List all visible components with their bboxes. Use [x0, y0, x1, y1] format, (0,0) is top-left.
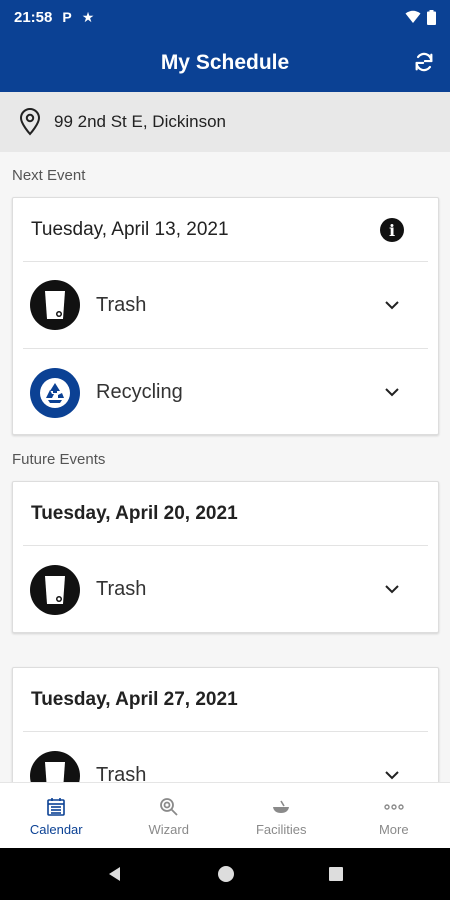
schedule-list[interactable]: Next Event Tuesday, April 13, 2021 i Tra…: [0, 152, 450, 782]
star-notification-icon: ★: [81, 8, 95, 25]
event-item-label: Trash: [96, 293, 147, 316]
chevron-down-icon[interactable]: [382, 295, 402, 315]
status-time: 21:58: [14, 8, 53, 26]
nav-more[interactable]: More: [338, 783, 450, 848]
refresh-icon: [415, 52, 433, 72]
event-item-label: Recycling: [96, 381, 183, 403]
trash-bin-icon: [30, 750, 80, 782]
status-bar: 21:58 P ★: [0, 0, 450, 34]
battery-icon: [427, 9, 436, 25]
page-title: My Schedule: [160, 51, 290, 74]
more-icon: [384, 804, 404, 810]
chevron-down-icon[interactable]: [382, 579, 402, 599]
refresh-button[interactable]: [410, 48, 438, 76]
event-item-trash[interactable]: Trash: [23, 732, 428, 782]
nav-calendar[interactable]: Calendar: [0, 783, 113, 848]
nav-label: More: [378, 822, 409, 837]
wifi-icon: [405, 10, 421, 23]
bottom-nav: Calendar Wizard Facilities More: [0, 782, 450, 848]
nav-wizard[interactable]: Wizard: [113, 783, 226, 848]
next-event-card: Tuesday, April 13, 2021 i Trash Recyclin…: [12, 197, 439, 435]
future-event-card: Tuesday, April 27, 2021 Trash: [12, 667, 439, 782]
search-icon: [159, 798, 178, 816]
nav-label: Wizard: [148, 822, 189, 837]
next-event-label: Next Event: [12, 167, 86, 184]
info-icon[interactable]: i: [380, 218, 404, 242]
nav-facilities[interactable]: Facilities: [225, 783, 338, 848]
back-icon[interactable]: [106, 865, 124, 883]
future-events-label: Future Events: [12, 451, 106, 468]
trash-bin-icon: [30, 280, 80, 330]
event-date-row: Tuesday, April 27, 2021: [23, 668, 428, 732]
chevron-down-icon[interactable]: [382, 765, 402, 782]
location-pin-icon: [19, 108, 41, 136]
calendar-icon: [47, 798, 66, 816]
recents-icon[interactable]: [328, 866, 344, 882]
event-item-trash[interactable]: Trash: [23, 262, 428, 349]
trash-bin-icon: [30, 564, 80, 615]
event-item-label: Trash: [96, 578, 147, 600]
home-icon[interactable]: [216, 864, 236, 884]
event-date: Tuesday, April 13, 2021: [31, 218, 229, 240]
chevron-down-icon[interactable]: [382, 382, 402, 402]
nav-label: Facilities: [255, 822, 307, 837]
parking-notification-icon: P: [62, 9, 72, 25]
event-item-trash[interactable]: Trash: [23, 546, 428, 633]
event-date-row: Tuesday, April 20, 2021: [23, 482, 428, 546]
system-nav-bar: [0, 848, 450, 900]
event-date: Tuesday, April 20, 2021: [31, 502, 238, 524]
recycle-icon: [30, 367, 80, 418]
nav-label: Calendar: [29, 822, 83, 837]
facility-icon: [273, 800, 290, 813]
event-item-label: Trash: [96, 764, 147, 782]
address-bar[interactable]: 99 2nd St E, Dickinson: [0, 92, 450, 152]
event-item-recycling[interactable]: Recycling: [23, 349, 428, 436]
address-text: 99 2nd St E, Dickinson: [54, 112, 226, 131]
event-date: Tuesday, April 27, 2021: [31, 688, 238, 710]
event-date-row: Tuesday, April 13, 2021 i: [23, 198, 428, 262]
future-event-card: Tuesday, April 20, 2021 Trash: [12, 481, 439, 633]
app-bar: My Schedule: [0, 34, 450, 92]
